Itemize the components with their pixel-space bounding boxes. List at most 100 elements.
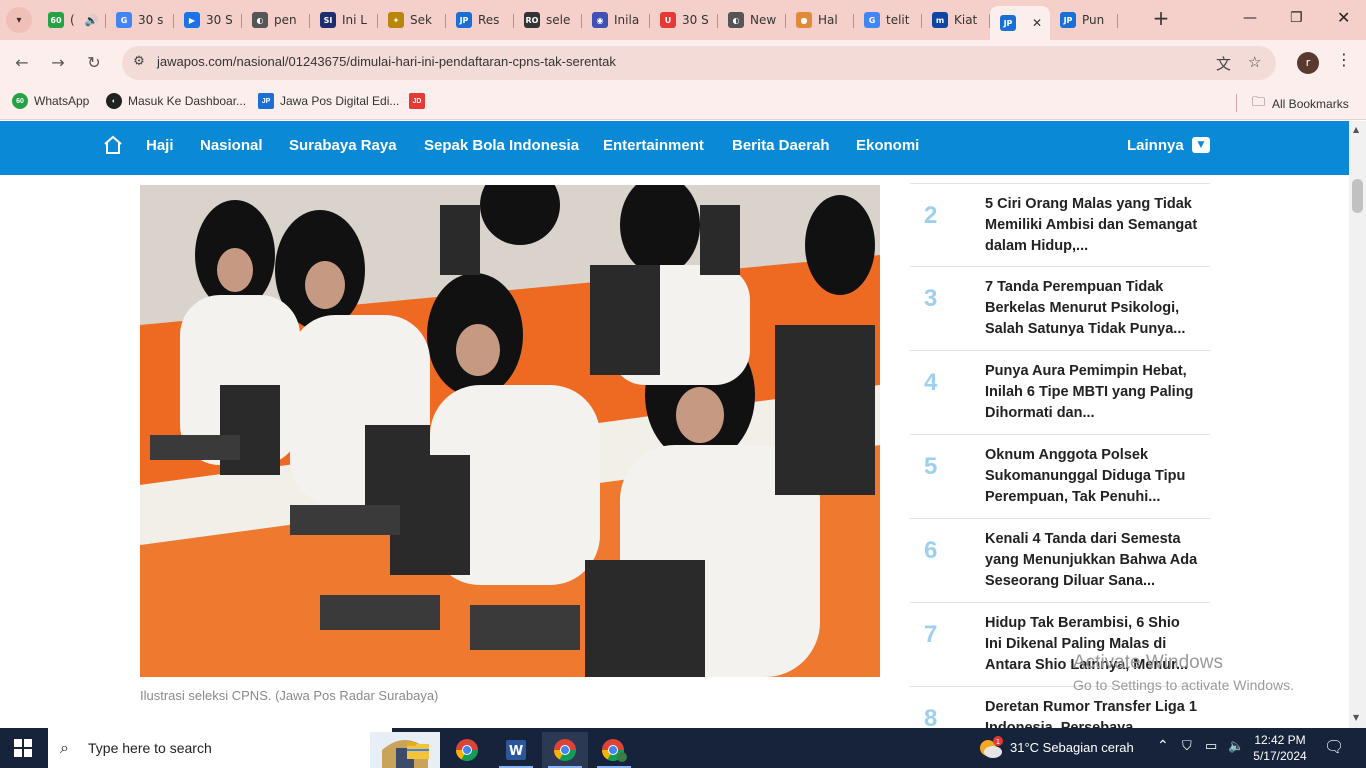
popular-news-item[interactable]: 2 5 Ciri Orang Malas yang Tidak Memiliki … bbox=[910, 183, 1210, 267]
nav-item-entertainment[interactable]: Entertainment bbox=[603, 137, 704, 154]
back-button[interactable]: ← bbox=[11, 52, 33, 74]
tab-title: telit bbox=[886, 13, 910, 27]
clock-time: 12:42 PM bbox=[1254, 733, 1306, 747]
tab-list: 60 (🔊 G 30 s ▶ 30 S ◐ pen SI Ini L ✦ Sek JP Res RO sele… bbox=[38, 6, 1118, 40]
site-info-icon[interactable]: ⚙ bbox=[130, 54, 148, 72]
nav-item-berita-daerah[interactable]: Berita Daerah bbox=[732, 137, 830, 154]
scroll-up-icon[interactable]: ▲ bbox=[1353, 125, 1359, 134]
tab-favicon-icon: m bbox=[932, 12, 948, 28]
browser-tab[interactable]: JP ✕ bbox=[990, 6, 1050, 40]
scroll-thumb[interactable] bbox=[1352, 179, 1363, 213]
popular-news-title[interactable]: Oknum Anggota Polsek Sukomanunggal Didug… bbox=[985, 445, 1200, 508]
bookmark-item[interactable]: JD bbox=[409, 93, 431, 109]
tab-search-button[interactable]: ▾ bbox=[6, 7, 32, 33]
bookmark-item[interactable]: JP Jawa Pos Digital Edi... bbox=[258, 93, 399, 109]
popular-rank-number: 6 bbox=[924, 537, 938, 564]
browser-tab[interactable]: JP Pun bbox=[1050, 6, 1118, 34]
scroll-down-icon[interactable]: ▼ bbox=[1353, 713, 1359, 722]
popular-news-title[interactable]: Kenali 4 Tanda dari Semesta yang Menunju… bbox=[985, 529, 1200, 592]
tab-favicon-icon: RO bbox=[524, 12, 540, 28]
tab-favicon-icon: G bbox=[864, 12, 880, 28]
network-people-icon[interactable]: ⛉ bbox=[1182, 738, 1192, 754]
network-icon[interactable]: ▭ bbox=[1205, 738, 1217, 754]
tab-title: ( bbox=[70, 13, 75, 27]
browser-tab[interactable]: ◐ pen bbox=[242, 6, 310, 34]
restore-icon[interactable]: ❐ bbox=[1290, 10, 1303, 26]
browser-tab[interactable]: U 30 S bbox=[650, 6, 718, 34]
clock-date: 5/17/2024 bbox=[1253, 749, 1307, 763]
bookmark-item[interactable]: 60 WhatsApp bbox=[12, 93, 89, 109]
home-icon[interactable] bbox=[103, 135, 123, 155]
all-bookmarks-button[interactable]: 🗀 All Bookmarks bbox=[1252, 93, 1349, 115]
browser-tab[interactable]: SI Ini L bbox=[310, 6, 378, 34]
bookmark-favicon-icon: JP bbox=[258, 93, 274, 109]
system-clock[interactable]: 12:42 PM 5/17/2024 bbox=[1250, 732, 1310, 764]
tab-title: Sek bbox=[410, 13, 432, 27]
nav-item-ekonomi[interactable]: Ekonomi bbox=[856, 137, 919, 154]
tab-title: Res bbox=[478, 13, 500, 27]
chrome-icon[interactable] bbox=[444, 732, 490, 768]
browser-tab[interactable]: ✦ Sek bbox=[378, 6, 446, 34]
popular-rank-number: 7 bbox=[924, 621, 938, 648]
browser-tab[interactable]: ◐ New bbox=[718, 6, 786, 34]
bookmark-star-icon[interactable]: ☆ bbox=[1248, 53, 1261, 71]
windows-taskbar: ⌕ Type here to search W 1 31°C Sebagian … bbox=[0, 728, 1366, 768]
tray-chevron-up-icon[interactable]: ⌃ bbox=[1157, 737, 1169, 754]
bookmark-item[interactable]: ◐ Masuk Ke Dashboar... bbox=[106, 93, 246, 109]
taskbar-search[interactable]: ⌕ Type here to search bbox=[48, 728, 440, 768]
bookmarks-divider bbox=[1236, 94, 1237, 112]
tab-close-icon[interactable]: ✕ bbox=[1032, 16, 1042, 30]
popular-news-item[interactable]: 3 7 Tanda Perempuan Tidak Berkelas Menuru… bbox=[910, 267, 1210, 351]
browser-tab[interactable]: G 30 s bbox=[106, 6, 174, 34]
windows-start-icon[interactable] bbox=[14, 739, 32, 757]
translate-icon[interactable]: 文 bbox=[1216, 53, 1231, 74]
forward-button[interactable]: → bbox=[47, 52, 69, 74]
new-tab-button[interactable]: + bbox=[1150, 8, 1172, 30]
popular-rank-number: 3 bbox=[924, 285, 938, 312]
page-scrollbar[interactable]: ▲ ▼ bbox=[1349, 121, 1366, 728]
tab-favicon-icon: JP bbox=[1000, 15, 1016, 31]
notification-icon[interactable]: 🗨 bbox=[1324, 737, 1344, 757]
close-window-icon[interactable]: ✕ bbox=[1337, 8, 1350, 27]
tab-strip: ▾ 60 (🔊 G 30 s ▶ 30 S ◐ pen SI Ini L ✦ Sek JP Res RO se… bbox=[0, 0, 1366, 40]
popular-news-title[interactable]: Punya Aura Pemimpin Hebat, Inilah 6 Tipe… bbox=[985, 361, 1200, 424]
tab-favicon-icon: ◐ bbox=[728, 12, 744, 28]
article-hero-image bbox=[140, 185, 880, 677]
browser-tab[interactable]: m Kiat bbox=[922, 6, 990, 34]
popular-news-item[interactable]: 6 Kenali 4 Tanda dari Semesta yang Menunj… bbox=[910, 519, 1210, 603]
minimize-icon[interactable]: — bbox=[1243, 10, 1257, 26]
browser-tab[interactable]: ◉ Inila bbox=[582, 6, 650, 34]
nav-item-haji[interactable]: Haji bbox=[146, 137, 174, 154]
address-bar[interactable]: ⚙ jawapos.com/nasional/01243675/dimulai-… bbox=[122, 46, 1276, 80]
tab-audio-icon[interactable]: 🔊 bbox=[85, 14, 99, 27]
chrome-active-icon[interactable] bbox=[542, 732, 588, 768]
browser-tab[interactable]: 60 (🔊 bbox=[38, 6, 106, 34]
browser-menu-icon[interactable]: ⋮ bbox=[1336, 50, 1352, 69]
weather-text[interactable]: 31°C Sebagian cerah bbox=[1010, 740, 1134, 755]
tab-title: Hal bbox=[818, 13, 838, 27]
volume-icon[interactable]: 🔈 bbox=[1228, 738, 1244, 754]
popular-news-title[interactable]: 7 Tanda Perempuan Tidak Berkelas Menurut… bbox=[985, 277, 1200, 340]
browser-tab[interactable]: Gtelit bbox=[854, 6, 922, 34]
browser-tab[interactable]: ▶ 30 S bbox=[174, 6, 242, 34]
word-icon[interactable]: W bbox=[493, 732, 539, 768]
chrome-profile-icon[interactable] bbox=[591, 732, 637, 768]
caret-down-icon[interactable]: ▼ bbox=[1192, 137, 1210, 153]
nav-item-surabaya-raya[interactable]: Surabaya Raya bbox=[289, 137, 397, 154]
popular-news-item[interactable]: 5 Oknum Anggota Polsek Sukomanunggal Didu… bbox=[910, 435, 1210, 519]
nav-item-sepak-bola[interactable]: Sepak Bola Indonesia bbox=[424, 137, 579, 154]
tab-title: 30 S bbox=[682, 13, 709, 27]
url-text[interactable]: jawapos.com/nasional/01243675/dimulai-ha… bbox=[157, 54, 616, 69]
profile-avatar[interactable]: r bbox=[1297, 52, 1319, 74]
weather-icon[interactable]: 1 bbox=[978, 736, 1004, 763]
popular-news-item[interactable]: 4 Punya Aura Pemimpin Hebat, Inilah 6 Tip… bbox=[910, 351, 1210, 435]
browser-tab[interactable]: ● Hal bbox=[786, 6, 854, 34]
file-explorer-icon[interactable] bbox=[395, 732, 441, 768]
nav-item-lainnya[interactable]: Lainnya bbox=[1127, 137, 1184, 154]
popular-news-title[interactable]: 5 Ciri Orang Malas yang Tidak Memiliki A… bbox=[985, 194, 1200, 257]
reload-button[interactable]: ↻ bbox=[83, 52, 105, 74]
nav-item-nasional[interactable]: Nasional bbox=[200, 137, 263, 154]
browser-tab[interactable]: RO sele bbox=[514, 6, 582, 34]
browser-tab[interactable]: JP Res bbox=[446, 6, 514, 34]
watermark-title: Activate Windows bbox=[1073, 652, 1223, 673]
